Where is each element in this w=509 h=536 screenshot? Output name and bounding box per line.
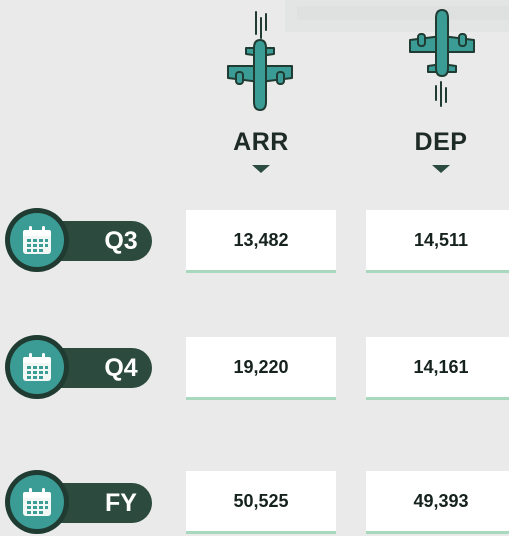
calendar-icon [18,348,56,391]
cell-fy-dep: 49,393 [366,471,509,534]
column-label-dep: DEP [414,128,468,156]
cell-q3-arr: 13,482 [186,210,336,273]
cell-q3-dep: 14,511 [366,210,509,273]
row-badge-fy: FY [0,466,155,536]
row-label: Q3 [104,227,138,255]
calendar-icon [18,221,56,264]
cell-fy-arr: 50,525 [186,471,336,534]
row-badge-q3: Q3 [0,204,155,274]
row-icon-circle [5,470,69,534]
row-badge-q4: Q4 [0,331,155,401]
column-label-arr: ARR [233,128,289,156]
calendar-icon [18,483,56,526]
airplane-descending-icon [222,8,298,113]
caret-down-icon [252,165,270,173]
row-label: Q4 [104,354,138,382]
row-label: FY [105,489,137,517]
cell-q4-dep: 14,161 [366,337,509,400]
airplane-ascending-icon [404,6,480,111]
caret-down-icon [432,165,450,173]
cell-q4-arr: 19,220 [186,337,336,400]
row-icon-circle [5,335,69,399]
row-icon-circle [5,208,69,272]
